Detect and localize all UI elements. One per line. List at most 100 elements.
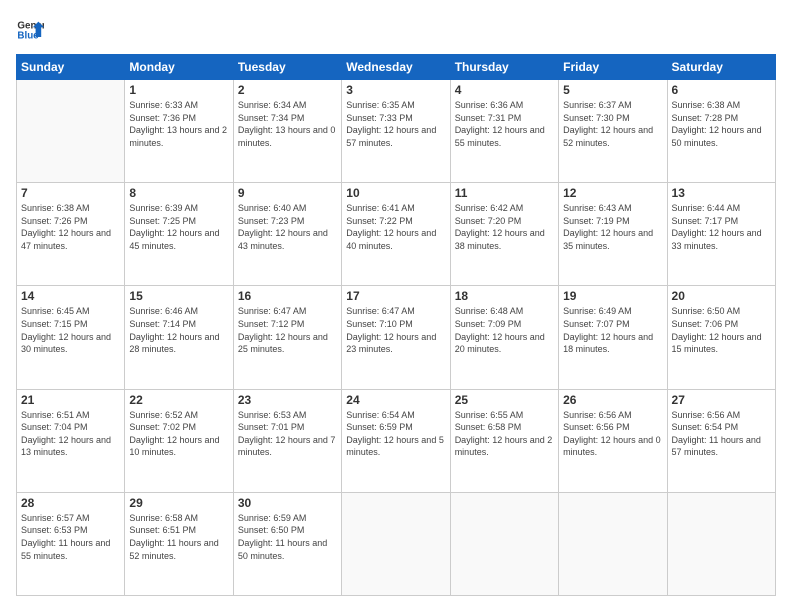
calendar-cell xyxy=(559,492,667,595)
calendar-cell: 27Sunrise: 6:56 AMSunset: 6:54 PMDayligh… xyxy=(667,389,775,492)
day-number: 18 xyxy=(455,289,554,303)
day-info: Sunrise: 6:56 AMSunset: 6:56 PMDaylight:… xyxy=(563,409,662,459)
calendar-cell xyxy=(450,492,558,595)
calendar-cell: 10 Sunrise: 6:41 AMSunset: 7:22 PMDayligh… xyxy=(342,183,450,286)
day-info: Sunrise: 6:59 AMSunset: 6:50 PMDaylight:… xyxy=(238,512,337,562)
day-info: Sunrise: 6:40 AMSunset: 7:23 PMDaylight:… xyxy=(238,202,337,252)
calendar-cell: 28Sunrise: 6:57 AMSunset: 6:53 PMDayligh… xyxy=(17,492,125,595)
day-number: 7 xyxy=(21,186,120,200)
calendar-cell: 22 Sunrise: 6:52 AMSunset: 7:02 PMDayligh… xyxy=(125,389,233,492)
week-row-0: 1 Sunrise: 6:33 AMSunset: 7:36 PMDaylight… xyxy=(17,80,776,183)
day-info: Sunrise: 6:54 AMSunset: 6:59 PMDaylight:… xyxy=(346,409,445,459)
day-info: Sunrise: 6:35 AMSunset: 7:33 PMDaylight:… xyxy=(346,99,445,149)
calendar-cell: 29 Sunrise: 6:58 AMSunset: 6:51 PMDayligh… xyxy=(125,492,233,595)
day-number: 14 xyxy=(21,289,120,303)
day-info: Sunrise: 6:52 AMSunset: 7:02 PMDaylight:… xyxy=(129,409,228,459)
day-info: Sunrise: 6:58 AMSunset: 6:51 PMDaylight:… xyxy=(129,512,228,562)
weekday-header-wednesday: Wednesday xyxy=(342,55,450,80)
day-number: 1 xyxy=(129,83,228,97)
day-number: 15 xyxy=(129,289,228,303)
day-number: 22 xyxy=(129,393,228,407)
calendar-cell: 4 Sunrise: 6:36 AMSunset: 7:31 PMDaylight… xyxy=(450,80,558,183)
day-number: 13 xyxy=(672,186,771,200)
day-number: 16 xyxy=(238,289,337,303)
calendar-cell: 5 Sunrise: 6:37 AMSunset: 7:30 PMDaylight… xyxy=(559,80,667,183)
calendar-cell: 7 Sunrise: 6:38 AMSunset: 7:26 PMDaylight… xyxy=(17,183,125,286)
calendar-cell: 20 Sunrise: 6:50 AMSunset: 7:06 PMDayligh… xyxy=(667,286,775,389)
day-number: 21 xyxy=(21,393,120,407)
day-info: Sunrise: 6:43 AMSunset: 7:19 PMDaylight:… xyxy=(563,202,662,252)
day-info: Sunrise: 6:36 AMSunset: 7:31 PMDaylight:… xyxy=(455,99,554,149)
logo-icon: General Blue xyxy=(16,16,44,44)
day-info: Sunrise: 6:50 AMSunset: 7:06 PMDaylight:… xyxy=(672,305,771,355)
day-number: 4 xyxy=(455,83,554,97)
calendar-cell: 15Sunrise: 6:46 AMSunset: 7:14 PMDayligh… xyxy=(125,286,233,389)
week-row-4: 28Sunrise: 6:57 AMSunset: 6:53 PMDayligh… xyxy=(17,492,776,595)
calendar-table: SundayMondayTuesdayWednesdayThursdayFrid… xyxy=(16,54,776,596)
calendar-cell: 16 Sunrise: 6:47 AMSunset: 7:12 PMDayligh… xyxy=(233,286,341,389)
day-number: 9 xyxy=(238,186,337,200)
day-info: Sunrise: 6:56 AMSunset: 6:54 PMDaylight:… xyxy=(672,409,771,459)
logo: General Blue xyxy=(16,16,44,44)
calendar-cell: 17 Sunrise: 6:47 AMSunset: 7:10 PMDayligh… xyxy=(342,286,450,389)
day-info: Sunrise: 6:47 AMSunset: 7:10 PMDaylight:… xyxy=(346,305,445,355)
calendar-cell: 11 Sunrise: 6:42 AMSunset: 7:20 PMDayligh… xyxy=(450,183,558,286)
day-info: Sunrise: 6:37 AMSunset: 7:30 PMDaylight:… xyxy=(563,99,662,149)
day-number: 11 xyxy=(455,186,554,200)
day-info: Sunrise: 6:39 AMSunset: 7:25 PMDaylight:… xyxy=(129,202,228,252)
week-row-1: 7 Sunrise: 6:38 AMSunset: 7:26 PMDaylight… xyxy=(17,183,776,286)
day-number: 2 xyxy=(238,83,337,97)
day-info: Sunrise: 6:38 AMSunset: 7:28 PMDaylight:… xyxy=(672,99,771,149)
day-info: Sunrise: 6:48 AMSunset: 7:09 PMDaylight:… xyxy=(455,305,554,355)
calendar-cell: 18 Sunrise: 6:48 AMSunset: 7:09 PMDayligh… xyxy=(450,286,558,389)
calendar-cell: 3 Sunrise: 6:35 AMSunset: 7:33 PMDaylight… xyxy=(342,80,450,183)
day-info: Sunrise: 6:34 AMSunset: 7:34 PMDaylight:… xyxy=(238,99,337,149)
day-number: 3 xyxy=(346,83,445,97)
calendar-cell: 8 Sunrise: 6:39 AMSunset: 7:25 PMDaylight… xyxy=(125,183,233,286)
weekday-header-saturday: Saturday xyxy=(667,55,775,80)
weekday-header-tuesday: Tuesday xyxy=(233,55,341,80)
day-number: 17 xyxy=(346,289,445,303)
day-info: Sunrise: 6:51 AMSunset: 7:04 PMDaylight:… xyxy=(21,409,120,459)
day-info: Sunrise: 6:44 AMSunset: 7:17 PMDaylight:… xyxy=(672,202,771,252)
day-info: Sunrise: 6:55 AMSunset: 6:58 PMDaylight:… xyxy=(455,409,554,459)
calendar-cell: 12 Sunrise: 6:43 AMSunset: 7:19 PMDayligh… xyxy=(559,183,667,286)
calendar-cell: 6Sunrise: 6:38 AMSunset: 7:28 PMDaylight… xyxy=(667,80,775,183)
weekday-header-row: SundayMondayTuesdayWednesdayThursdayFrid… xyxy=(17,55,776,80)
weekday-header-monday: Monday xyxy=(125,55,233,80)
weekday-header-friday: Friday xyxy=(559,55,667,80)
calendar-cell: 13 Sunrise: 6:44 AMSunset: 7:17 PMDayligh… xyxy=(667,183,775,286)
calendar-cell: 14 Sunrise: 6:45 AMSunset: 7:15 PMDayligh… xyxy=(17,286,125,389)
calendar-cell: 1 Sunrise: 6:33 AMSunset: 7:36 PMDaylight… xyxy=(125,80,233,183)
day-info: Sunrise: 6:38 AMSunset: 7:26 PMDaylight:… xyxy=(21,202,120,252)
day-number: 8 xyxy=(129,186,228,200)
calendar-cell xyxy=(17,80,125,183)
weekday-header-sunday: Sunday xyxy=(17,55,125,80)
week-row-3: 21 Sunrise: 6:51 AMSunset: 7:04 PMDayligh… xyxy=(17,389,776,492)
calendar-cell: 19Sunrise: 6:49 AMSunset: 7:07 PMDayligh… xyxy=(559,286,667,389)
day-number: 23 xyxy=(238,393,337,407)
day-number: 26 xyxy=(563,393,662,407)
page: General Blue SundayMondayTuesdayWednesda… xyxy=(0,0,792,612)
calendar-cell: 9 Sunrise: 6:40 AMSunset: 7:23 PMDaylight… xyxy=(233,183,341,286)
day-info: Sunrise: 6:45 AMSunset: 7:15 PMDaylight:… xyxy=(21,305,120,355)
day-number: 20 xyxy=(672,289,771,303)
day-info: Sunrise: 6:47 AMSunset: 7:12 PMDaylight:… xyxy=(238,305,337,355)
day-info: Sunrise: 6:42 AMSunset: 7:20 PMDaylight:… xyxy=(455,202,554,252)
calendar-cell xyxy=(667,492,775,595)
day-info: Sunrise: 6:41 AMSunset: 7:22 PMDaylight:… xyxy=(346,202,445,252)
day-number: 19 xyxy=(563,289,662,303)
calendar-cell: 25 Sunrise: 6:55 AMSunset: 6:58 PMDayligh… xyxy=(450,389,558,492)
calendar-cell: 30Sunrise: 6:59 AMSunset: 6:50 PMDayligh… xyxy=(233,492,341,595)
calendar-cell: 24 Sunrise: 6:54 AMSunset: 6:59 PMDayligh… xyxy=(342,389,450,492)
day-info: Sunrise: 6:33 AMSunset: 7:36 PMDaylight:… xyxy=(129,99,228,149)
calendar-cell: 23Sunrise: 6:53 AMSunset: 7:01 PMDayligh… xyxy=(233,389,341,492)
day-number: 24 xyxy=(346,393,445,407)
day-number: 25 xyxy=(455,393,554,407)
day-number: 10 xyxy=(346,186,445,200)
day-number: 29 xyxy=(129,496,228,510)
calendar-cell xyxy=(342,492,450,595)
day-number: 12 xyxy=(563,186,662,200)
day-number: 5 xyxy=(563,83,662,97)
calendar-cell: 26 Sunrise: 6:56 AMSunset: 6:56 PMDayligh… xyxy=(559,389,667,492)
